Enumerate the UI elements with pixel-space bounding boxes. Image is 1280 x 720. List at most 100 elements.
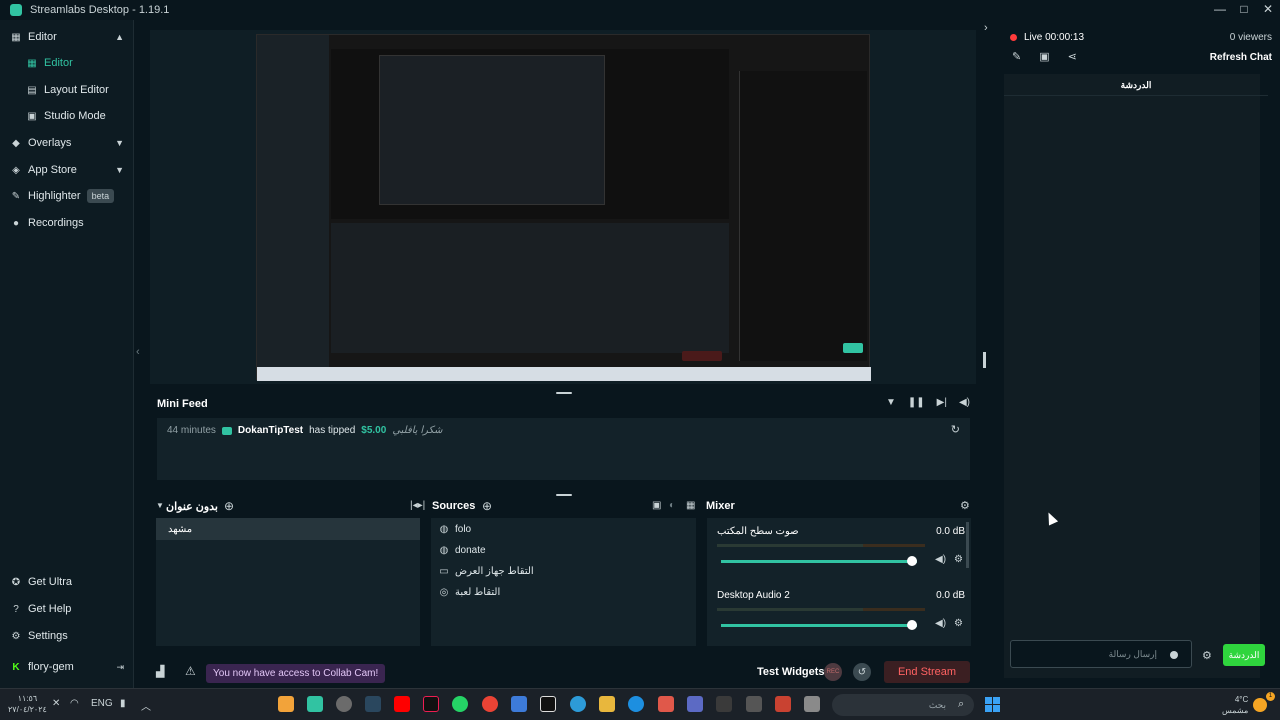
app-icon[interactable]: [804, 696, 820, 712]
teams-app-icon[interactable]: [687, 696, 703, 712]
chat-message-input[interactable]: إرسال رسالة: [1010, 640, 1192, 668]
pause-icon[interactable]: ❚❚: [908, 397, 925, 408]
add-folder-icon[interactable]: ▦: [686, 500, 695, 511]
sidebar-item-label: Get Ultra: [28, 576, 73, 588]
sidebar-item-overlays[interactable]: ◆ Overlays ▼: [0, 130, 134, 156]
sidebar-item-editor[interactable]: ▦ Editor: [0, 50, 134, 76]
add-scene-icon[interactable]: ⊕: [224, 499, 234, 513]
add-source-icon[interactable]: ⊕: [482, 499, 492, 513]
alert-icon[interactable]: ⚠: [185, 664, 196, 678]
event-action: has tipped: [309, 425, 356, 436]
sidebar-item-layout-editor[interactable]: ▤ Layout Editor: [0, 77, 134, 103]
copilot-app-icon[interactable]: [658, 696, 674, 712]
app-icon[interactable]: [278, 696, 294, 712]
speaker-icon[interactable]: ◀): [935, 618, 946, 629]
source-item[interactable]: ◎ التقاط لعبة: [439, 587, 501, 598]
app-icon[interactable]: [511, 696, 527, 712]
volume-icon[interactable]: ◀): [959, 397, 970, 408]
youtube-app-icon[interactable]: [394, 696, 410, 712]
app-icon[interactable]: [746, 696, 762, 712]
maximize-icon[interactable]: □: [1232, 0, 1256, 20]
emoji-icon[interactable]: [1170, 651, 1178, 659]
chevron-up-icon[interactable]: ︿: [141, 698, 151, 713]
sidebar-item-highlighter[interactable]: ✎ Highlighter beta: [0, 183, 134, 209]
test-widgets-button[interactable]: Test Widgets: [757, 666, 825, 678]
scenes-title[interactable]: بدون عنوان: [166, 500, 218, 513]
sidebar-item-studio-mode[interactable]: ▣ Studio Mode: [0, 103, 134, 129]
record-button[interactable]: REC: [824, 663, 842, 681]
clock[interactable]: ١١:٥٦ ٢٧/٠٤/٢٠٢٤: [8, 693, 47, 715]
window-title: Streamlabs Desktop - 1.19.1: [30, 4, 170, 16]
stats-icon[interactable]: ▟: [156, 665, 164, 678]
group-icon[interactable]: ◐: [669, 500, 675, 511]
sidebar-item-label: Highlighter: [28, 190, 81, 202]
microphone-icon[interactable]: ▮: [120, 698, 126, 709]
app-icon[interactable]: [570, 696, 586, 712]
chat-send-button[interactable]: الدردشة: [1223, 644, 1265, 666]
chevron-right-icon[interactable]: ›: [984, 22, 988, 34]
sidebar-item-get-ultra[interactable]: ✪ Get Ultra: [0, 569, 134, 595]
source-item[interactable]: ▭ التقاط جهاز العرض: [439, 566, 533, 577]
volume-slider-knob[interactable]: [907, 556, 917, 566]
stream-preview[interactable]: [150, 30, 976, 384]
scene-item[interactable]: مشهد: [156, 518, 420, 540]
sidebar-item-editor-group[interactable]: ▦ Editor ▲: [0, 24, 134, 50]
skip-icon[interactable]: ▶|: [937, 397, 947, 408]
weather-temp: 4°C: [1234, 695, 1249, 704]
scenes-list: مشهد: [156, 518, 420, 646]
repeat-alert-icon[interactable]: ↻: [951, 423, 960, 436]
refresh-chat-button[interactable]: Refresh Chat: [1210, 52, 1272, 63]
search-icon[interactable]: ⌕: [958, 698, 964, 711]
end-stream-button[interactable]: End Stream: [884, 661, 970, 683]
event-message: شكرا يافلبي: [392, 425, 443, 436]
powerpoint-app-icon[interactable]: [775, 696, 791, 712]
speaker-muted-icon[interactable]: ✕: [52, 698, 60, 709]
close-icon[interactable]: ✕: [1256, 0, 1280, 20]
sidebar-item-get-help[interactable]: ? Get Help: [0, 596, 134, 622]
speaker-icon[interactable]: ◀): [935, 554, 946, 565]
chrome-app-icon[interactable]: [482, 696, 498, 712]
mixer-scrollbar[interactable]: [966, 522, 969, 568]
whatsapp-app-icon[interactable]: [452, 696, 468, 712]
sidebar-item-recordings[interactable]: ● Recordings: [0, 210, 134, 236]
gear-icon[interactable]: ⚙: [960, 499, 970, 512]
filter-icon[interactable]: ▼: [886, 397, 896, 408]
edge-app-icon[interactable]: [628, 696, 644, 712]
volume-slider[interactable]: [721, 560, 917, 563]
gear-icon[interactable]: ⚙: [1202, 649, 1212, 662]
streamlabs-app-icon[interactable]: [307, 696, 323, 712]
source-item[interactable]: ◍ folo: [439, 524, 472, 535]
windows-start-icon[interactable]: [985, 697, 1000, 712]
language-indicator[interactable]: ENG: [91, 698, 113, 709]
edit-icon[interactable]: ✎: [1012, 50, 1021, 63]
minimize-icon[interactable]: —: [1208, 0, 1232, 20]
sidebar-item-app-store[interactable]: ◈ App Store ▼: [0, 157, 134, 183]
collab-cam-notification[interactable]: You now have access to Collab Cam!: [206, 664, 386, 683]
app-icon[interactable]: [716, 696, 732, 712]
transitions-icon[interactable]: |◂▸|: [410, 500, 425, 511]
resize-handle[interactable]: [556, 494, 572, 496]
wifi-icon[interactable]: ◠: [70, 698, 79, 709]
panel-splitter[interactable]: [983, 352, 986, 368]
obs-app-icon[interactable]: [336, 696, 352, 712]
folder-icon[interactable]: ▣: [652, 500, 661, 511]
chevron-down-icon[interactable]: ▼: [156, 501, 164, 510]
chat-tools: ✎ ▣ ⋖: [1012, 50, 1077, 63]
steam-app-icon[interactable]: [365, 696, 381, 712]
source-item[interactable]: ◍ donate: [439, 545, 486, 556]
volume-slider[interactable]: [721, 624, 917, 627]
gear-icon[interactable]: ⚙: [954, 554, 963, 565]
gear-icon[interactable]: ⚙: [954, 618, 963, 629]
volume-slider-knob[interactable]: [907, 620, 917, 630]
tiktok-app-icon[interactable]: [423, 696, 439, 712]
taskbar-search[interactable]: بحث: [832, 694, 974, 716]
weather-widget[interactable]: 4°C مشمس: [1222, 694, 1248, 716]
collapse-sidebar-icon[interactable]: ‹: [136, 346, 140, 358]
file-explorer-icon[interactable]: [599, 696, 615, 712]
capcut-app-icon[interactable]: [540, 696, 556, 712]
sidebar-item-settings[interactable]: ⚙ Settings: [0, 623, 134, 649]
camera-icon[interactable]: ▣: [1039, 50, 1049, 63]
chevron-up-icon: ▲: [115, 32, 124, 42]
replay-buffer-button[interactable]: ↺: [853, 663, 871, 681]
share-icon[interactable]: ⋖: [1068, 50, 1077, 63]
